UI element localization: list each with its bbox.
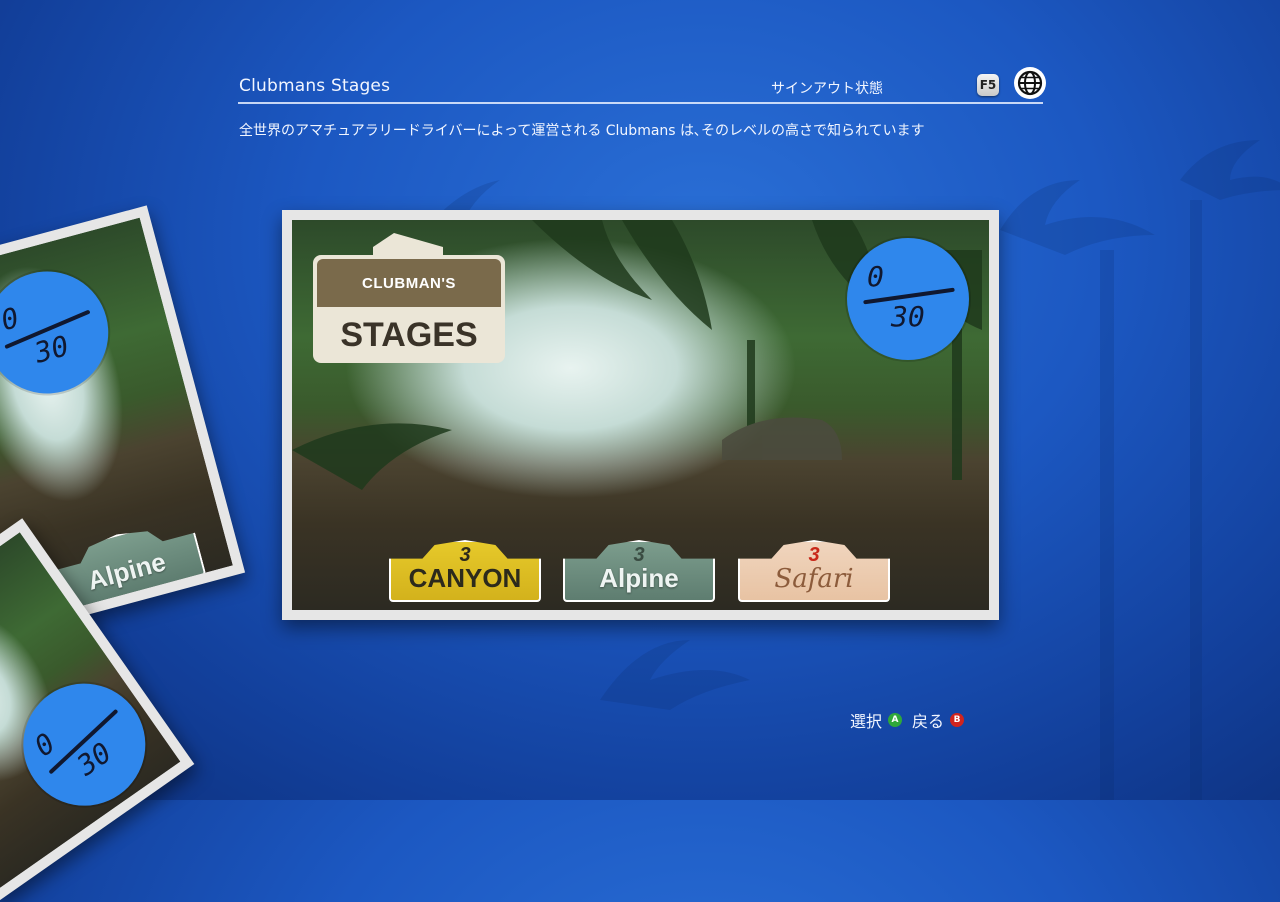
back-hint-label: 戻る xyxy=(912,712,945,731)
badge-label: Alpine xyxy=(599,563,679,593)
clubmans-stages-card[interactable]: CLUBMAN'S STAGES 0 30 3 CANYON 3 Alpine … xyxy=(282,210,999,620)
progress-done: 0 xyxy=(0,301,23,338)
logo-top-text: CLUBMAN'S xyxy=(317,259,501,307)
globe-icon[interactable] xyxy=(1014,67,1046,99)
b-button-icon[interactable]: B xyxy=(950,713,965,727)
logo-bottom-text: STAGES xyxy=(313,307,505,363)
description-text: 全世界のアマチュアラリードライバーによって運営される Clubmans は､その… xyxy=(239,123,925,139)
badge-label: Safari xyxy=(774,564,854,594)
f5-key-icon[interactable]: F5 xyxy=(977,74,999,96)
progress-done: 0 xyxy=(867,260,884,293)
header-divider xyxy=(238,102,1043,104)
signin-status: サインアウト状態 xyxy=(771,81,883,97)
button-hints: 選択 A 戻る B xyxy=(850,708,970,732)
badge-label: CANYON xyxy=(408,563,522,593)
header: Clubmans Stages サインアウト状態 F5 xyxy=(238,67,1046,106)
a-button-icon[interactable]: A xyxy=(888,713,903,727)
progress-total: 30 xyxy=(891,300,925,333)
progress-done: 0 xyxy=(28,726,62,764)
clubmans-stages-logo: CLUBMAN'S STAGES xyxy=(313,233,505,363)
progress-total: 30 xyxy=(31,329,73,370)
page-title: Clubmans Stages xyxy=(239,76,391,96)
select-hint-label: 選択 xyxy=(850,712,883,731)
progress-circle: 0 30 xyxy=(847,238,969,360)
